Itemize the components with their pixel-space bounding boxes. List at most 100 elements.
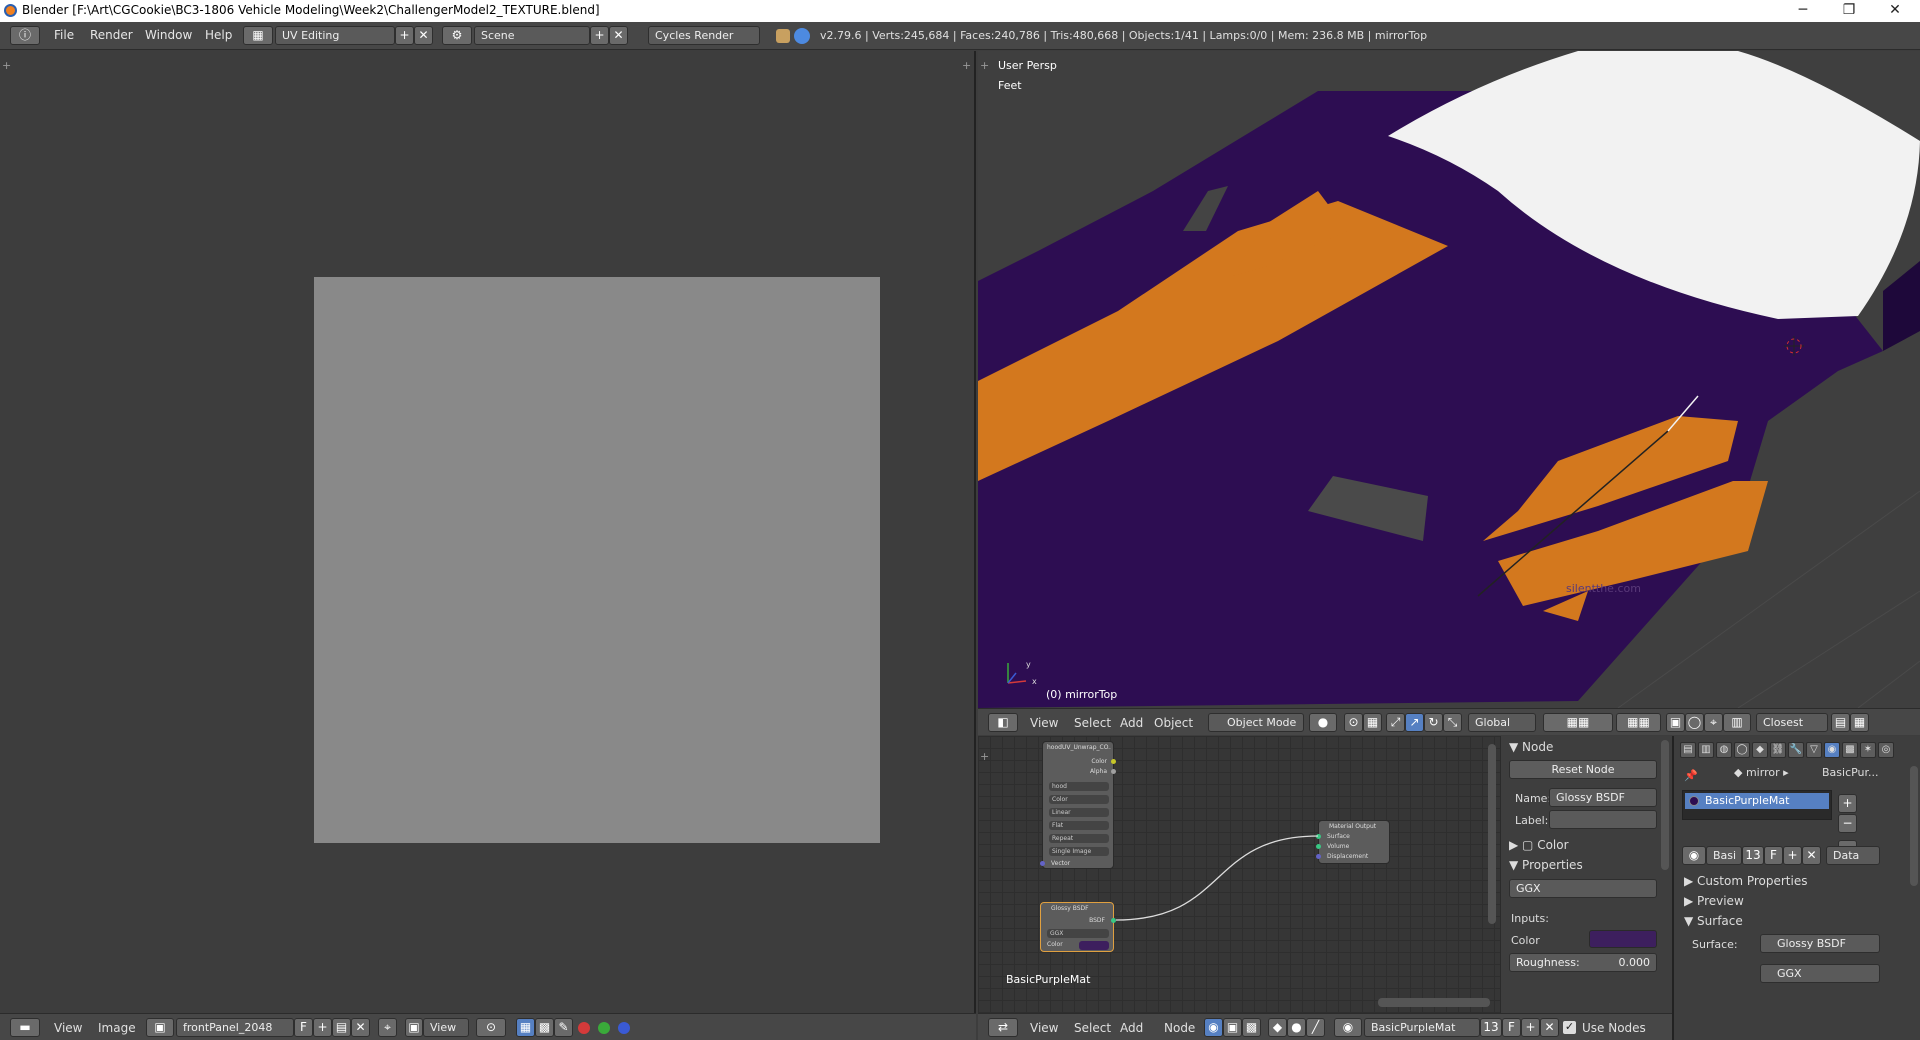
- material-tab-icon[interactable]: ◉: [1824, 742, 1840, 758]
- toolshelf-toggle-icon[interactable]: +: [2, 59, 11, 72]
- layout-add-button[interactable]: +: [395, 26, 414, 45]
- close-button[interactable]: ✕: [1872, 0, 1918, 22]
- material-browse-icon[interactable]: ◉: [1334, 1018, 1362, 1037]
- uv-image-editor[interactable]: + +: [0, 51, 976, 1013]
- texture-tab-icon[interactable]: ▩: [1842, 742, 1858, 758]
- world-shader-icon[interactable]: ●: [1287, 1018, 1306, 1037]
- image-name-field[interactable]: frontPanel_2048: [176, 1018, 294, 1037]
- reset-node-button[interactable]: Reset Node: [1509, 760, 1657, 779]
- node-editor-type-icon[interactable]: ⇄: [988, 1018, 1018, 1037]
- node-toolshelf-toggle-icon[interactable]: +: [980, 750, 989, 763]
- node-menu-add[interactable]: Add: [1120, 1021, 1143, 1035]
- vp-menu-view[interactable]: View: [1030, 716, 1058, 730]
- pivot-icon[interactable]: ⊙: [476, 1018, 506, 1037]
- layers-grid[interactable]: ▦▦: [1543, 713, 1613, 732]
- compositing-nodes-icon[interactable]: ▣: [1223, 1018, 1242, 1037]
- glossy-bsdf-node[interactable]: Glossy BSDF BSDF GGX Color: [1040, 902, 1116, 952]
- render-preview-icon[interactable]: ▤: [1831, 713, 1850, 732]
- glossy-color-swatch[interactable]: [1079, 941, 1109, 950]
- uv-image-canvas[interactable]: [314, 277, 880, 843]
- custom-properties-panel[interactable]: ▶ Custom Properties: [1684, 874, 1807, 888]
- image-interpolation[interactable]: Linear: [1049, 808, 1109, 817]
- node-horizontal-scrollbar[interactable]: [1378, 998, 1490, 1007]
- viewport-shading-icon[interactable]: ●: [1309, 713, 1337, 732]
- alpha-channel-icon[interactable]: ▩: [535, 1018, 554, 1037]
- green-channel-icon[interactable]: [598, 1022, 610, 1034]
- material-unlink-prop[interactable]: ✕: [1802, 846, 1821, 865]
- layout-remove-button[interactable]: ✕: [414, 26, 433, 45]
- 3d-editor-type-icon[interactable]: ◧: [988, 713, 1018, 732]
- color-panel-header[interactable]: ▶ ▢ Color: [1509, 838, 1569, 852]
- image-source[interactable]: Single Image: [1049, 847, 1109, 856]
- image-texture-node[interactable]: hoodUV_Unwrap_CO... Color Alpha hood Col…: [1040, 741, 1116, 869]
- node-vertical-scrollbar[interactable]: [1488, 744, 1496, 924]
- scale-manipulator-icon[interactable]: ⤡: [1443, 713, 1462, 732]
- occlude-geometry-icon[interactable]: ▦: [1363, 713, 1382, 732]
- world-tab-icon[interactable]: ◯: [1734, 742, 1750, 758]
- texture-nodes-icon[interactable]: ▩: [1242, 1018, 1261, 1037]
- maximize-button[interactable]: ❐: [1826, 0, 1872, 22]
- image-extension[interactable]: Repeat: [1049, 834, 1109, 843]
- pin-icon[interactable]: 📌: [1684, 769, 1698, 782]
- image-color-space[interactable]: Color: [1049, 795, 1109, 804]
- particles-tab-icon[interactable]: ✶: [1860, 742, 1876, 758]
- view-mode-dropdown[interactable]: View: [423, 1018, 469, 1037]
- constraints-tab-icon[interactable]: ⛓: [1770, 742, 1786, 758]
- image-node-name-field[interactable]: hood: [1049, 782, 1109, 791]
- 3d-viewport[interactable]: User Persp Feet y x (0) mirrorTop silent…: [978, 51, 1920, 708]
- socket-alpha-out[interactable]: [1111, 769, 1116, 774]
- material-unlink-button[interactable]: ✕: [1540, 1018, 1559, 1037]
- socket-color-out[interactable]: [1111, 759, 1116, 764]
- image-pin-icon[interactable]: ⌖: [378, 1018, 397, 1037]
- material-users-count[interactable]: 13: [1480, 1018, 1502, 1037]
- surface-distribution-dropdown[interactable]: GGX: [1760, 964, 1880, 983]
- snap-target-dropdown[interactable]: Closest: [1756, 713, 1828, 732]
- blue-channel-icon[interactable]: [618, 1022, 630, 1034]
- view-mode-icon[interactable]: ▣: [405, 1018, 423, 1037]
- viewport-toolshelf-toggle-icon[interactable]: +: [980, 59, 989, 72]
- material-fake-user[interactable]: F: [1502, 1018, 1521, 1037]
- socket-bsdf-out[interactable]: [1111, 918, 1116, 923]
- node-editor[interactable]: + hoodUV_Unwrap_CO... Color Alpha hood C…: [978, 736, 1500, 1013]
- socket-vector-in[interactable]: [1040, 861, 1045, 866]
- image-open-icon[interactable]: ▤: [332, 1018, 351, 1037]
- display-channels-icon[interactable]: ▦: [516, 1018, 535, 1037]
- proportional-edit-icon[interactable]: ◯: [1685, 713, 1704, 732]
- node-menu-node[interactable]: Node: [1164, 1021, 1195, 1035]
- layers-grid-2[interactable]: ▦▦: [1616, 713, 1661, 732]
- node-panel-header[interactable]: ▼ Node: [1509, 740, 1553, 754]
- image-browse-icon[interactable]: ▣: [146, 1018, 174, 1037]
- menu-help[interactable]: Help: [205, 28, 232, 42]
- properties-panel-header[interactable]: ▼ Properties: [1509, 858, 1583, 872]
- node-sidebar-scrollbar[interactable]: [1661, 740, 1669, 870]
- render-tab-icon[interactable]: ▤: [1680, 742, 1696, 758]
- material-new-prop[interactable]: +: [1783, 846, 1802, 865]
- input-color-swatch[interactable]: [1589, 930, 1657, 948]
- scene-remove-button[interactable]: ✕: [609, 26, 628, 45]
- data-tab-icon[interactable]: ▽: [1806, 742, 1822, 758]
- uv-menu-view[interactable]: View: [54, 1021, 82, 1035]
- image-new-button[interactable]: +: [313, 1018, 332, 1037]
- screen-layout-field[interactable]: UV Editing: [275, 26, 395, 45]
- lock-layers-icon[interactable]: ▣: [1666, 713, 1685, 732]
- material-browse-button[interactable]: ◉: [1682, 846, 1706, 865]
- material-link-dropdown[interactable]: Data: [1826, 846, 1880, 865]
- vp-menu-add[interactable]: Add: [1120, 716, 1143, 730]
- manipulator-icon[interactable]: ⤢: [1386, 713, 1405, 732]
- line-style-icon[interactable]: ╱: [1306, 1018, 1325, 1037]
- glossy-distribution[interactable]: GGX: [1047, 929, 1109, 938]
- render-engine-dropdown[interactable]: Cycles Render: [648, 26, 760, 45]
- node-menu-view[interactable]: View: [1030, 1021, 1058, 1035]
- node-menu-select[interactable]: Select: [1074, 1021, 1111, 1035]
- menu-window[interactable]: Window: [145, 28, 192, 42]
- scene-field[interactable]: Scene: [474, 26, 590, 45]
- roughness-field[interactable]: Roughness: 0.000: [1509, 953, 1657, 972]
- info-editor-type-icon[interactable]: ⓘ: [10, 26, 40, 45]
- slot-remove-button[interactable]: −: [1838, 814, 1857, 833]
- use-nodes-checkbox[interactable]: ✓: [1563, 1021, 1576, 1034]
- edit-icon[interactable]: ✎: [554, 1018, 573, 1037]
- material-output-node[interactable]: Material Output Surface Volume Displacem…: [1316, 820, 1390, 864]
- image-projection[interactable]: Flat: [1049, 821, 1109, 830]
- image-unlink-button[interactable]: ✕: [351, 1018, 370, 1037]
- menu-file[interactable]: File: [54, 28, 74, 42]
